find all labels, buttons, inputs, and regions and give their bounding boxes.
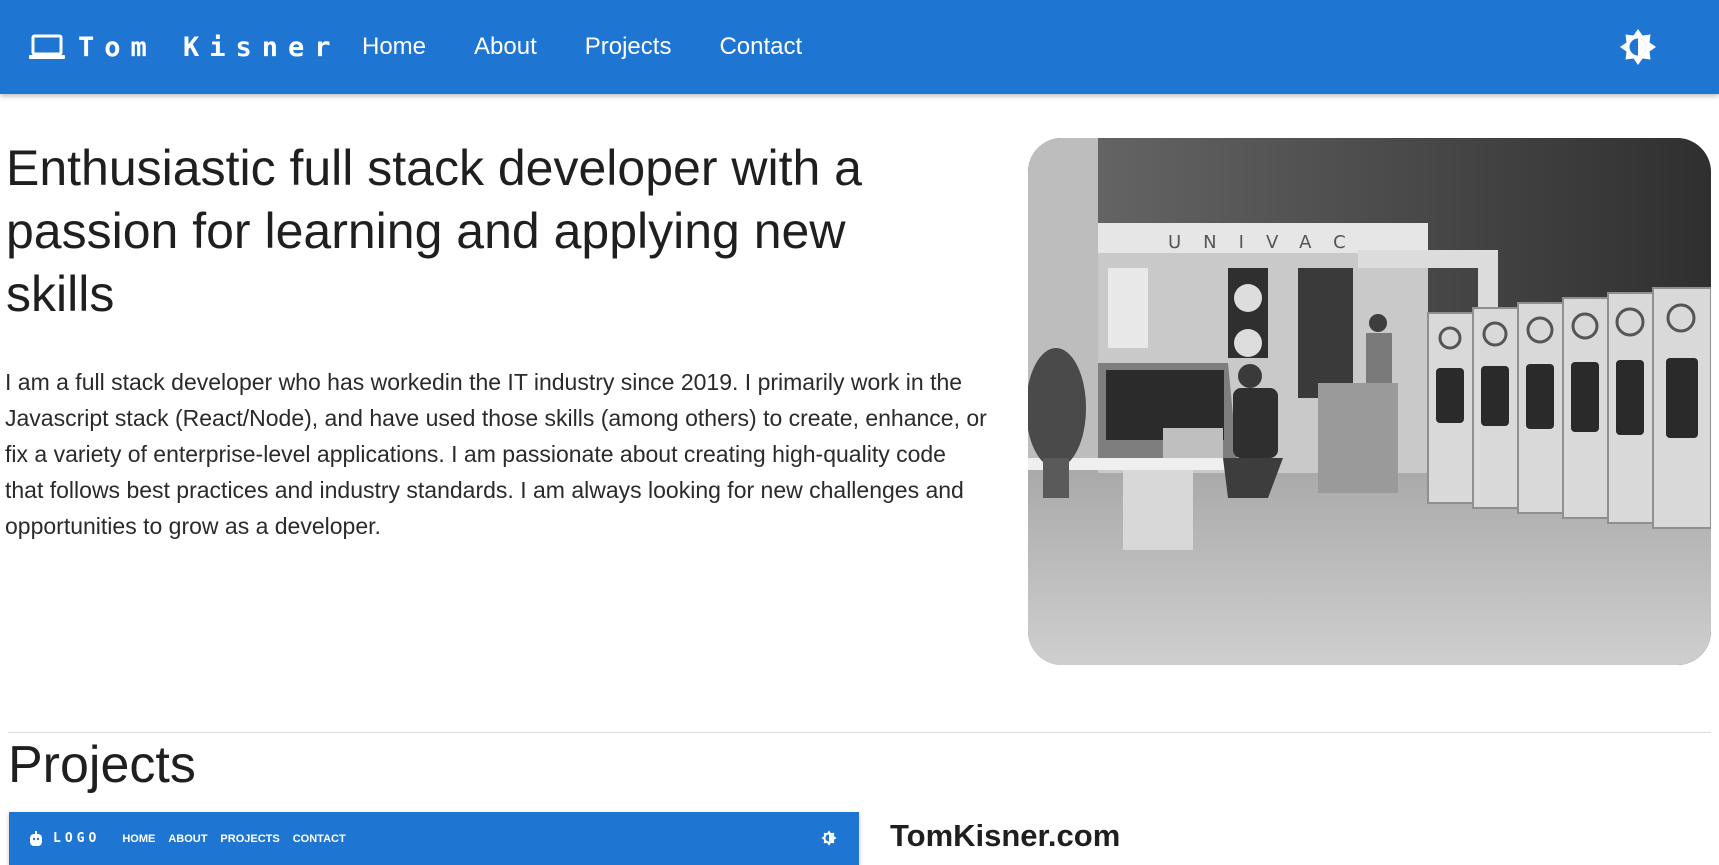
brand-name: Tom Kisner [78,31,341,63]
thumbnail-nav-projects: PROJECTS [220,832,280,845]
nav-link-contact[interactable]: Contact [719,33,802,61]
nav-link-projects[interactable]: Projects [585,33,672,61]
thumbnail-nav-about: ABOUT [168,832,208,845]
brand[interactable]: Tom Kisner [29,32,362,63]
robot-icon [30,830,42,846]
project-title[interactable]: TomKisner.com [890,818,1120,854]
hero-photo: UNIVAC [1028,138,1711,665]
hero-description: I am a full stack developer who has work… [5,369,987,539]
app-bar: Tom Kisner Home About Projects Contact [0,0,1719,94]
section-divider [8,732,1711,733]
thumbnail-nav: HOME ABOUT PROJECTS CONTACT [122,833,358,845]
laptop-icon [29,34,65,59]
brightness-icon[interactable] [1619,28,1657,66]
nav-link-about[interactable]: About [474,33,537,61]
photo-label: UNIVAC [1168,232,1368,253]
thumbnail-logo-text: LOGO [53,831,101,846]
hero-title: Enthusiastic full stack developer with a… [6,140,862,322]
univac-computer-image: UNIVAC [1028,138,1711,665]
project-thumbnail[interactable]: LOGO HOME ABOUT PROJECTS CONTACT [9,812,859,865]
projects-heading: Projects [8,736,196,794]
thumbnail-nav-contact: CONTACT [292,832,346,845]
brightness-icon [821,830,837,846]
nav-link-home[interactable]: Home [362,33,426,61]
main-nav: Home About Projects Contact [362,33,850,61]
thumbnail-nav-home: HOME [122,832,156,845]
